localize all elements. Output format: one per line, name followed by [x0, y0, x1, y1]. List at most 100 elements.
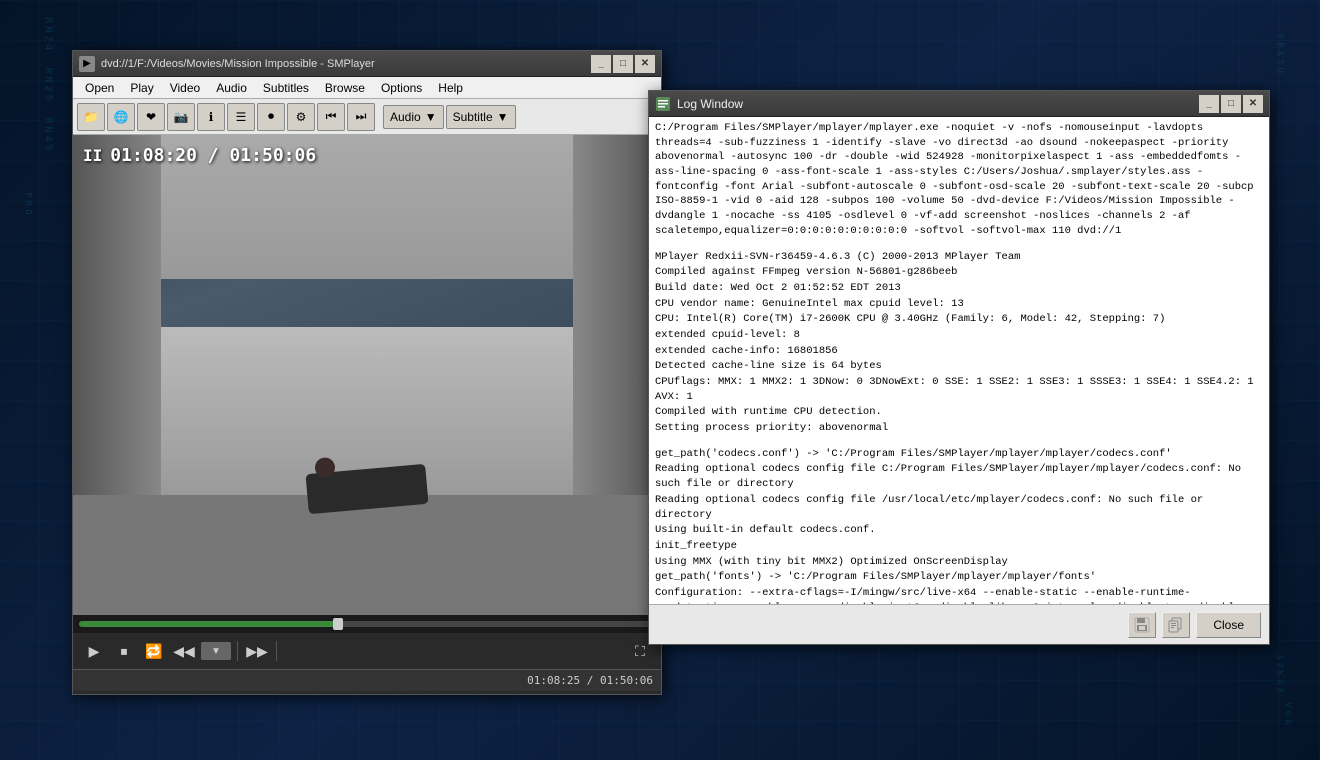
maximize-button[interactable]: □: [613, 55, 633, 73]
log-line: extended cache-info: 16801856: [655, 344, 1263, 359]
log-line: Compiled against FFmpeg version N-56801-…: [655, 265, 1263, 280]
progress-handle[interactable]: [333, 618, 343, 630]
circuit-label: FRO: [23, 192, 33, 217]
log-titlebar: Log Window _ □ ✕: [649, 91, 1269, 117]
progress-bar[interactable]: [79, 621, 655, 627]
save-icon: [1134, 617, 1150, 633]
log-line: CPUflags: MMX: 1 MMX2: 1 3DNow: 0 3DNowE…: [655, 375, 1263, 404]
video-content: [73, 135, 661, 615]
log-footer: Close: [649, 604, 1269, 644]
log-line: CPU: Intel(R) Core(TM) i7-2600K CPU @ 3.…: [655, 312, 1263, 327]
circuit-label: 32KX8: [1274, 654, 1284, 696]
toolbar: 📁 🌐 ❤ 📷 ℹ ☰ ⏺ ⚙ ⏮ ⏭ Audio ▼ Subtitle ▼: [73, 99, 661, 135]
log-line: MPlayer Redxii-SVN-r36459-4.6.3 (C) 2000…: [655, 250, 1263, 265]
close-button[interactable]: ✕: [635, 55, 655, 73]
log-line: Reading optional codecs config file /usr…: [655, 493, 1263, 522]
loop-button[interactable]: 🔁: [141, 638, 167, 664]
rewind-button[interactable]: ◀◀: [171, 638, 197, 664]
menu-audio[interactable]: Audio: [208, 79, 255, 97]
tb-playlist-button[interactable]: ☰: [227, 103, 255, 131]
tb-url-button[interactable]: 🌐: [107, 103, 135, 131]
menu-play[interactable]: Play: [122, 79, 161, 97]
forward-button[interactable]: ▶▶: [244, 638, 270, 664]
progress-fill: [79, 621, 338, 627]
tb-next-button[interactable]: ⏭: [347, 103, 375, 131]
menu-open[interactable]: Open: [77, 79, 122, 97]
tb-info-button[interactable]: ℹ: [197, 103, 225, 131]
tb-record-button[interactable]: ⏺: [257, 103, 285, 131]
menu-help[interactable]: Help: [430, 79, 471, 97]
subtitle-label: Subtitle: [453, 110, 493, 124]
smplayer-title: dvd://1/F:/Videos/Movies/Mission Impossi…: [101, 58, 591, 70]
log-line: extended cpuid-level: 8: [655, 328, 1263, 343]
menu-bar: Open Play Video Audio Subtitles Browse O…: [73, 77, 661, 99]
tb-open-button[interactable]: 📁: [77, 103, 105, 131]
log-close-button[interactable]: Close: [1196, 612, 1261, 638]
minimize-button[interactable]: _: [591, 55, 611, 73]
volume-indicator: ▼: [201, 642, 231, 660]
video-area[interactable]: II 01:08:20 / 01:50:06: [73, 135, 661, 615]
log-line: C:/Program Files/SMPlayer/mplayer/mplaye…: [655, 121, 1263, 239]
circuit-label: RN24: [43, 17, 54, 53]
tb-favorite-button[interactable]: ❤: [137, 103, 165, 131]
status-bar: 01:08:25 / 01:50:06: [73, 669, 661, 691]
log-line: CPU vendor name: GenuineIntel max cpuid …: [655, 297, 1263, 312]
audio-dropdown-arrow: ▼: [425, 110, 437, 124]
subtitle-dropdown[interactable]: Subtitle ▼: [446, 105, 516, 129]
pause-indicator: II: [83, 146, 102, 165]
log-line: get_path('codecs.conf') -> 'C:/Program F…: [655, 447, 1263, 462]
audio-label: Audio: [390, 110, 421, 124]
audio-dropdown[interactable]: Audio ▼: [383, 105, 444, 129]
log-maximize-button[interactable]: □: [1221, 95, 1241, 113]
menu-video[interactable]: Video: [162, 79, 208, 97]
log-line: Using MMX (with tiny bit MMX2) Optimized…: [655, 555, 1263, 570]
status-time: 01:08:25 / 01:50:06: [527, 674, 653, 687]
log-copy-button[interactable]: [1162, 612, 1190, 638]
video-timestamp: II 01:08:20 / 01:50:06: [83, 145, 316, 166]
log-line: [655, 240, 1263, 250]
log-window-controls: _ □ ✕: [1199, 95, 1263, 113]
log-window-title: Log Window: [677, 97, 1199, 111]
smplayer-window: ▶ dvd://1/F:/Videos/Movies/Mission Impos…: [72, 50, 662, 695]
tb-screenshot-button[interactable]: 📷: [167, 103, 195, 131]
log-line: Detected cache-line size is 64 bytes: [655, 359, 1263, 374]
log-minimize-button[interactable]: _: [1199, 95, 1219, 113]
log-line: Setting process priority: abovenormal: [655, 421, 1263, 436]
control-separator-2: [276, 641, 277, 661]
log-line: init_freetype: [655, 539, 1263, 554]
log-line: Configuration: --extra-cflags=-I/mingw/s…: [655, 586, 1263, 604]
tb-prev-button[interactable]: ⏮: [317, 103, 345, 131]
play-button[interactable]: ▶: [81, 638, 107, 664]
controls-bar: ▶ ⏹ 🔁 ◀◀ ▼ ▶▶ ⛶: [73, 633, 661, 669]
log-content[interactable]: C:/Program Files/SMPlayer/mplayer/mplaye…: [649, 117, 1269, 604]
menu-subtitles[interactable]: Subtitles: [255, 79, 317, 97]
tb-settings-button[interactable]: ⚙: [287, 103, 315, 131]
scene-floor: [73, 495, 661, 615]
progress-area[interactable]: [73, 615, 661, 633]
circuit-label: FEATU: [1274, 34, 1284, 76]
stop-button[interactable]: ⏹: [111, 638, 137, 664]
log-window: Log Window _ □ ✕ C:/Program Files/SMPlay…: [648, 90, 1270, 645]
control-separator: [237, 641, 238, 661]
smplayer-titlebar: ▶ dvd://1/F:/Videos/Movies/Mission Impos…: [73, 51, 661, 77]
circuit-label: RN25: [43, 67, 54, 103]
menu-options[interactable]: Options: [373, 79, 430, 97]
current-time-display: 01:08:20 / 01:50:06: [110, 145, 316, 166]
log-line: Compiled with runtime CPU detection.: [655, 405, 1263, 420]
menu-browse[interactable]: Browse: [317, 79, 373, 97]
log-icon: [655, 96, 671, 112]
copy-icon: [1168, 617, 1184, 633]
log-line: Using built-in default codecs.conf.: [655, 523, 1263, 538]
smplayer-icon: ▶: [79, 56, 95, 72]
circuit-label: RN45: [43, 117, 54, 153]
subtitle-dropdown-arrow: ▼: [497, 110, 509, 124]
log-line: Build date: Wed Oct 2 01:52:52 EDT 2013: [655, 281, 1263, 296]
log-save-button[interactable]: [1128, 612, 1156, 638]
log-line: Reading optional codecs config file C:/P…: [655, 462, 1263, 491]
circuit-label: VGA: [1282, 702, 1292, 727]
video-scene: [73, 135, 661, 615]
log-close-x-button[interactable]: ✕: [1243, 95, 1263, 113]
smplayer-window-controls: _ □ ✕: [591, 55, 655, 73]
log-line: get_path('fonts') -> 'C:/Program Files/S…: [655, 570, 1263, 585]
log-line: [655, 437, 1263, 447]
